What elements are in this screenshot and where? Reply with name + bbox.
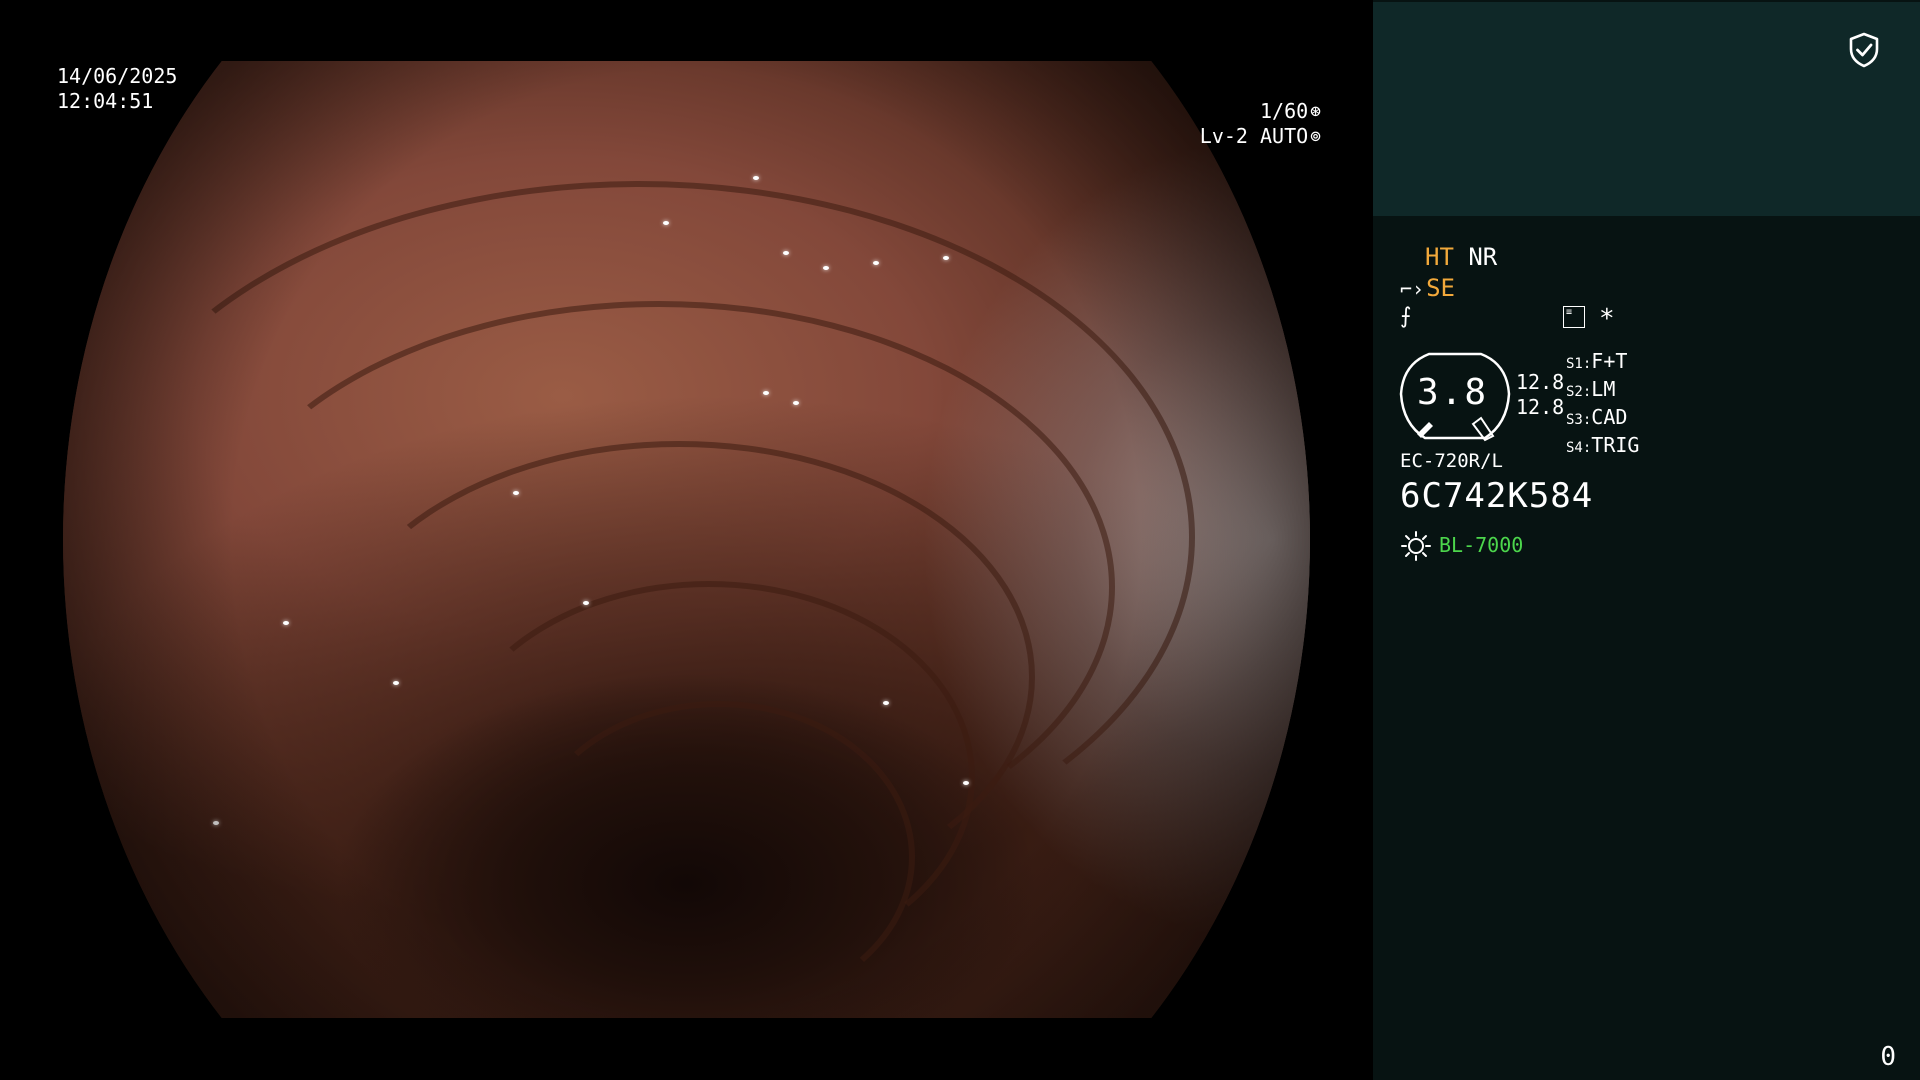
nr-label: NR: [1468, 243, 1498, 271]
mucosal-fold: [323, 441, 1035, 913]
mucosal-fold: [83, 181, 1195, 893]
side-values: 12.8 12.8: [1516, 370, 1564, 420]
switch-row: S1:F+T: [1566, 349, 1628, 373]
info-panel: HT NR ⌐›SE ⨍ ≡ * 3.8 12.8 12.8 S1:F+T S2…: [1373, 0, 1920, 1080]
se-label: SE: [1426, 274, 1455, 302]
endoscope-image: [63, 61, 1310, 1018]
iris-icon: ⊚: [1310, 126, 1321, 147]
exposure-overlay: 1/60 ⊛ Lv-2 AUTO ⊚: [1200, 99, 1321, 149]
asterisk-mark: *: [1599, 304, 1615, 334]
switch-key: S4: [1566, 440, 1583, 456]
switch-value: F+T: [1591, 349, 1628, 373]
shutter-row: 1/60 ⊛: [1200, 99, 1321, 124]
frame-counter: 0: [1880, 1042, 1896, 1072]
datetime-overlay: 14/06/2025 12:04:51: [57, 64, 177, 114]
scope-angle-icon: ⌐›: [1400, 277, 1425, 301]
light-reflection: [663, 221, 669, 225]
switch-row: S2:LM: [1566, 377, 1616, 401]
light-reflection: [763, 391, 769, 395]
light-reflection: [283, 621, 289, 625]
switch-key: S2: [1566, 384, 1583, 400]
se-row: ⌐›SE: [1400, 274, 1455, 302]
scope-serial: 6C742K584: [1400, 476, 1594, 516]
light-reflection: [513, 491, 519, 495]
light-reflection: [393, 681, 399, 685]
light-reflection: [583, 601, 589, 605]
switch-assignments: S1:F+T S2:LM S3:CAD S4:TRIG: [1566, 349, 1639, 461]
switch-row: S3:CAD: [1566, 405, 1628, 429]
record-list-icon: ≡: [1563, 306, 1585, 328]
mucosal-fold: [443, 581, 975, 973]
light-reflection: [793, 401, 799, 405]
iris-text: Lv-2 AUTO: [1199, 124, 1309, 148]
light-source-icon: [1401, 531, 1431, 561]
scope-model: EC-720R/L: [1400, 450, 1503, 472]
zoom-value: 3.8: [1417, 372, 1489, 413]
time-text: 12:04:51: [57, 89, 154, 113]
mucosal-fold: [523, 701, 915, 1013]
image-mode-row: HT NR: [1425, 243, 1497, 271]
mucosal-fold: [203, 301, 1115, 873]
shutter-text: 1/60: [1259, 99, 1309, 123]
switch-value: CAD: [1591, 405, 1628, 429]
light-reflection: [753, 176, 759, 180]
switch-key: S1: [1566, 356, 1583, 372]
light-reflection: [883, 701, 889, 705]
light-reflection: [943, 256, 949, 260]
switch-key: S3: [1566, 412, 1583, 428]
shield-check-icon: [1849, 32, 1879, 68]
date-text: 14/06/2025: [57, 64, 178, 88]
light-reflection: [213, 821, 219, 825]
switch-value: LM: [1591, 377, 1616, 401]
ht-label: HT: [1425, 243, 1454, 271]
light-reflection: [873, 261, 879, 265]
endoscope-video-area: 14/06/2025 12:04:51 1/60 ⊛ Lv-2 AUTO ⊚: [0, 0, 1373, 1080]
light-source-label: BL-7000: [1439, 533, 1524, 557]
switch-value: TRIG: [1591, 433, 1640, 457]
light-reflection: [823, 266, 829, 270]
side-value-2: 12.8: [1516, 395, 1565, 419]
shutter-icon: ⊛: [1310, 101, 1321, 122]
switch-row: S4:TRIG: [1566, 433, 1640, 457]
light-reflection: [963, 781, 969, 785]
iris-row: Lv-2 AUTO ⊚: [1200, 124, 1321, 149]
light-reflection: [783, 251, 789, 255]
side-value-1: 12.8: [1516, 370, 1565, 394]
info-panel-header: [1373, 2, 1920, 216]
freeze-icon: ⨍: [1400, 304, 1412, 329]
